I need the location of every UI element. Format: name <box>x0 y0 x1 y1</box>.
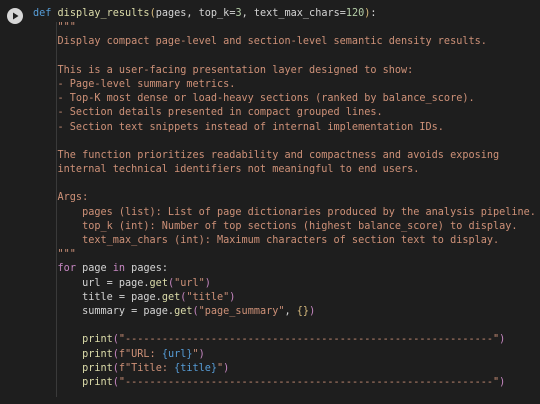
code-token: 120 <box>345 8 365 19</box>
code-token: ) <box>229 291 236 303</box>
code-line: title = page.get("title") <box>33 291 536 305</box>
code-token: ) <box>499 334 506 346</box>
code-line: Display compact page-level and section-l… <box>33 35 536 49</box>
code-token: "page_summary" <box>198 305 285 317</box>
code-token: "title" <box>186 291 230 303</box>
run-cell-button[interactable] <box>7 8 23 24</box>
code-token: page <box>75 263 113 275</box>
code-token: """ <box>33 22 76 34</box>
code-line: """ <box>33 248 536 262</box>
code-token: summary = page. <box>33 305 175 317</box>
code-line: text_max_chars (int): Maximum characters… <box>33 234 536 248</box>
code-token: top_k (int): Number of top sections (hig… <box>33 220 518 232</box>
code-token: get <box>149 277 168 289</box>
code-token: url = page. <box>33 277 150 289</box>
code-token: ) <box>198 348 205 360</box>
code-token: This is a user-facing presentation layer… <box>33 64 414 76</box>
code-token: , <box>284 305 297 317</box>
code-token: Args: <box>33 192 89 204</box>
code-token: in <box>112 263 126 275</box>
code-token: "---------------------------------------… <box>118 334 500 346</box>
code-token: , text_max_chars <box>241 8 340 19</box>
code-token: ) <box>204 277 211 289</box>
code-token: print <box>82 362 113 374</box>
code-token: for <box>57 263 76 275</box>
code-token: - Section details presented in compact g… <box>33 107 383 119</box>
code-line: print("---------------------------------… <box>33 333 536 347</box>
code-token: : <box>370 8 377 19</box>
code-line: This is a user-facing presentation layer… <box>33 64 536 78</box>
code-token: pages (list): List of page dictionaries … <box>33 206 536 218</box>
code-line: for page in pages: <box>33 262 536 276</box>
code-token: Display compact page-level and section-l… <box>33 36 487 48</box>
code-token: f"URL: <box>118 348 162 360</box>
code-line: pages (list): List of page dictionaries … <box>33 206 536 220</box>
code-line: - Section text snippets instead of inter… <box>33 121 536 135</box>
code-token: internal technical identifiers not meani… <box>33 164 420 176</box>
code-token: The function prioritizes readability and… <box>33 149 500 161</box>
code-token: ) <box>309 305 316 317</box>
code-line: - Top-K most dense or load-heavy section… <box>33 92 536 106</box>
code-line: - Page-level summary metrics. <box>33 78 536 92</box>
code-line: top_k (int): Number of top sections (hig… <box>33 220 536 234</box>
code-token: - Page-level summary metrics. <box>33 78 236 90</box>
play-icon <box>13 12 19 20</box>
code-token: pages: <box>125 263 168 275</box>
code-line: Args: <box>33 191 536 205</box>
code-line: print(f"URL: {url}") <box>33 348 536 362</box>
code-token: pages, top_k <box>155 8 230 19</box>
code-token: {} <box>296 305 310 317</box>
code-token: {title} <box>174 362 218 374</box>
code-token: print <box>82 348 113 360</box>
code-token: display_results <box>57 8 150 19</box>
code-token: get <box>161 291 181 303</box>
code-line: internal technical identifiers not meani… <box>33 163 536 177</box>
code-token: get <box>174 305 193 317</box>
code-line: def display_results(pages, top_k=3, text… <box>33 7 536 21</box>
code-editor[interactable]: def display_results(pages, top_k=3, text… <box>33 7 536 390</box>
code-token: def <box>33 8 58 19</box>
code-line: print("---------------------------------… <box>33 376 536 390</box>
code-line: - Section details presented in compact g… <box>33 106 536 120</box>
code-token: {url} <box>161 348 193 360</box>
code-token: title = page. <box>33 291 162 303</box>
code-token: - Section text snippets instead of inter… <box>33 121 444 133</box>
code-line: summary = page.get("page_summary", {}) <box>33 305 536 319</box>
code-token: """ <box>33 249 76 261</box>
code-line: print(f"Title: {title}") <box>33 362 536 376</box>
code-line: """ <box>33 21 536 35</box>
code-token: - Top-K most dense or load-heavy section… <box>33 93 475 105</box>
code-token: print <box>82 334 113 346</box>
code-cell[interactable]: def display_results(pages, top_k=3, text… <box>0 0 540 404</box>
code-token: f"Title: <box>118 362 175 374</box>
code-token: text_max_chars (int): Maximum characters… <box>33 235 500 246</box>
code-token: print <box>82 376 113 388</box>
code-token: ) <box>499 376 506 388</box>
code-token: "---------------------------------------… <box>118 376 500 388</box>
code-line: The function prioritizes readability and… <box>33 149 536 163</box>
code-line: url = page.get("url") <box>33 277 536 291</box>
code-token: "url" <box>174 277 205 289</box>
code-token: ) <box>223 362 230 374</box>
